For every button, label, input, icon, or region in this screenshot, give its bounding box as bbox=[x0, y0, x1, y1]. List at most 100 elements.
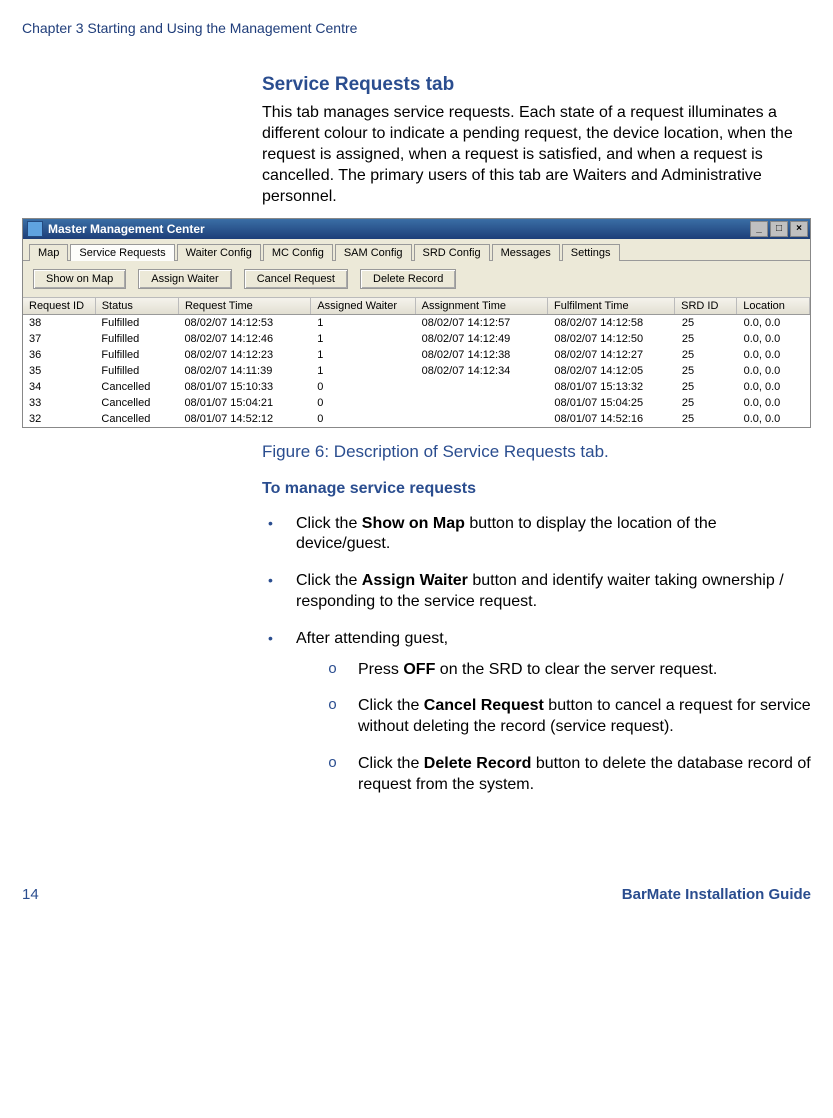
minimize-button[interactable]: _ bbox=[750, 221, 768, 237]
tab-sam-config[interactable]: SAM Config bbox=[335, 244, 412, 261]
cell: 0.0, 0.0 bbox=[738, 395, 810, 411]
column-header[interactable]: Location bbox=[737, 298, 810, 314]
tab-map[interactable]: Map bbox=[29, 244, 68, 261]
text: Click the bbox=[296, 515, 362, 532]
show-on-map-button[interactable]: Show on Map bbox=[33, 269, 126, 289]
cell: 25 bbox=[676, 411, 738, 427]
cell: 1 bbox=[311, 363, 415, 379]
bold-text: Delete Record bbox=[424, 755, 532, 772]
cell: Cancelled bbox=[95, 395, 178, 411]
cell: 08/01/07 15:04:25 bbox=[548, 395, 675, 411]
cell: 34 bbox=[23, 379, 95, 395]
cell: 08/02/07 14:12:05 bbox=[548, 363, 675, 379]
bold-text: Assign Waiter bbox=[362, 572, 468, 589]
cell: 35 bbox=[23, 363, 95, 379]
column-header[interactable]: Assigned Waiter bbox=[311, 298, 415, 314]
bold-text: Cancel Request bbox=[424, 697, 544, 714]
cell: 0.0, 0.0 bbox=[738, 331, 810, 347]
cell: 32 bbox=[23, 411, 95, 427]
table-row[interactable]: 34Cancelled08/01/07 15:10:33008/01/07 15… bbox=[23, 379, 810, 395]
tab-srd-config[interactable]: SRD Config bbox=[414, 244, 490, 261]
cell: Fulfilled bbox=[95, 331, 178, 347]
table-row[interactable]: 33Cancelled08/01/07 15:04:21008/01/07 15… bbox=[23, 395, 810, 411]
close-button[interactable]: × bbox=[790, 221, 808, 237]
text: Press bbox=[358, 661, 403, 678]
delete-record-button[interactable]: Delete Record bbox=[360, 269, 456, 289]
cell bbox=[416, 395, 549, 411]
column-header[interactable]: Status bbox=[96, 298, 179, 314]
cell: 0.0, 0.0 bbox=[738, 411, 810, 427]
page-number: 14 bbox=[22, 886, 39, 903]
section-intro: This tab manages service requests. Each … bbox=[262, 102, 811, 208]
assign-waiter-button[interactable]: Assign Waiter bbox=[138, 269, 231, 289]
cell: 1 bbox=[311, 331, 415, 347]
text: Click the bbox=[358, 697, 424, 714]
tab-settings[interactable]: Settings bbox=[562, 244, 620, 261]
bullet-assign-waiter: Click the Assign Waiter button and ident… bbox=[262, 571, 811, 613]
cell: 25 bbox=[676, 315, 738, 331]
cell: 08/02/07 14:12:27 bbox=[548, 347, 675, 363]
column-header[interactable]: Request ID bbox=[23, 298, 96, 314]
window-titlebar: Master Management Center _ □ × bbox=[23, 219, 810, 239]
cell: 25 bbox=[676, 379, 738, 395]
cell: 25 bbox=[676, 395, 738, 411]
cell: 08/02/07 14:12:23 bbox=[178, 347, 311, 363]
cell: 08/02/07 14:11:39 bbox=[178, 363, 311, 379]
tab-service-requests[interactable]: Service Requests bbox=[70, 244, 174, 261]
toolbar: Show on Map Assign Waiter Cancel Request De… bbox=[23, 261, 810, 297]
cell: 0.0, 0.0 bbox=[738, 315, 810, 331]
section-title: Service Requests tab bbox=[262, 74, 811, 96]
cell: 33 bbox=[23, 395, 95, 411]
guide-title: BarMate Installation Guide bbox=[622, 886, 811, 903]
cell: 0.0, 0.0 bbox=[738, 363, 810, 379]
cell: 0.0, 0.0 bbox=[738, 347, 810, 363]
column-header[interactable]: Fulfilment Time bbox=[548, 298, 675, 314]
text: on the SRD to clear the server request. bbox=[435, 661, 717, 678]
cell: Fulfilled bbox=[95, 347, 178, 363]
tab-messages[interactable]: Messages bbox=[492, 244, 560, 261]
cell: 36 bbox=[23, 347, 95, 363]
table-row[interactable]: 37Fulfilled08/02/07 14:12:46108/02/07 14… bbox=[23, 331, 810, 347]
procedure-heading: To manage service requests bbox=[262, 480, 811, 498]
cell: 08/01/07 14:52:16 bbox=[548, 411, 675, 427]
window-title: Master Management Center bbox=[48, 222, 205, 236]
table-row[interactable]: 36Fulfilled08/02/07 14:12:23108/02/07 14… bbox=[23, 347, 810, 363]
cell bbox=[416, 411, 549, 427]
maximize-button[interactable]: □ bbox=[770, 221, 788, 237]
cell: 0.0, 0.0 bbox=[738, 379, 810, 395]
cell: 08/02/07 14:12:57 bbox=[416, 315, 549, 331]
table-row[interactable]: 38Fulfilled08/02/07 14:12:53108/02/07 14… bbox=[23, 315, 810, 331]
cell: 0 bbox=[311, 379, 415, 395]
cell: 08/02/07 14:12:49 bbox=[416, 331, 549, 347]
sub-delete-record: Click the Delete Record button to delete… bbox=[328, 754, 811, 796]
bullet-after-attending: After attending guest, Press OFF on the … bbox=[262, 629, 811, 796]
cell: 08/02/07 14:12:38 bbox=[416, 347, 549, 363]
screenshot-window: Master Management Center _ □ × MapServic… bbox=[22, 218, 811, 428]
tab-mc-config[interactable]: MC Config bbox=[263, 244, 333, 261]
cell: 08/01/07 14:52:12 bbox=[178, 411, 311, 427]
column-header[interactable]: SRD ID bbox=[675, 298, 737, 314]
table-row[interactable]: 32Cancelled08/01/07 14:52:120 08/01/07 14… bbox=[23, 411, 810, 427]
text: Click the bbox=[358, 755, 424, 772]
cell: 38 bbox=[23, 315, 95, 331]
column-header[interactable]: Request Time bbox=[179, 298, 311, 314]
cell: 0 bbox=[311, 411, 415, 427]
cell: 08/01/07 15:10:33 bbox=[178, 379, 311, 395]
bold-text: Show on Map bbox=[362, 515, 465, 532]
cell: Fulfilled bbox=[95, 315, 178, 331]
bullet-show-on-map: Click the Show on Map button to display … bbox=[262, 514, 811, 556]
cell: Cancelled bbox=[95, 411, 178, 427]
text: After attending guest, bbox=[296, 630, 448, 647]
chapter-header: Chapter 3 Starting and Using the Managem… bbox=[22, 20, 811, 36]
cell: 25 bbox=[676, 363, 738, 379]
cell: 37 bbox=[23, 331, 95, 347]
app-icon bbox=[27, 221, 43, 237]
tab-waiter-config[interactable]: Waiter Config bbox=[177, 244, 261, 261]
cancel-request-button[interactable]: Cancel Request bbox=[244, 269, 348, 289]
column-header[interactable]: Assignment Time bbox=[416, 298, 548, 314]
cell bbox=[416, 379, 549, 395]
sub-cancel-request: Click the Cancel Request button to cance… bbox=[328, 696, 811, 738]
table-row[interactable]: 35Fulfilled08/02/07 14:11:39108/02/07 14… bbox=[23, 363, 810, 379]
cell: 08/01/07 15:04:21 bbox=[178, 395, 311, 411]
grid-body: 38Fulfilled08/02/07 14:12:53108/02/07 14… bbox=[23, 315, 810, 427]
